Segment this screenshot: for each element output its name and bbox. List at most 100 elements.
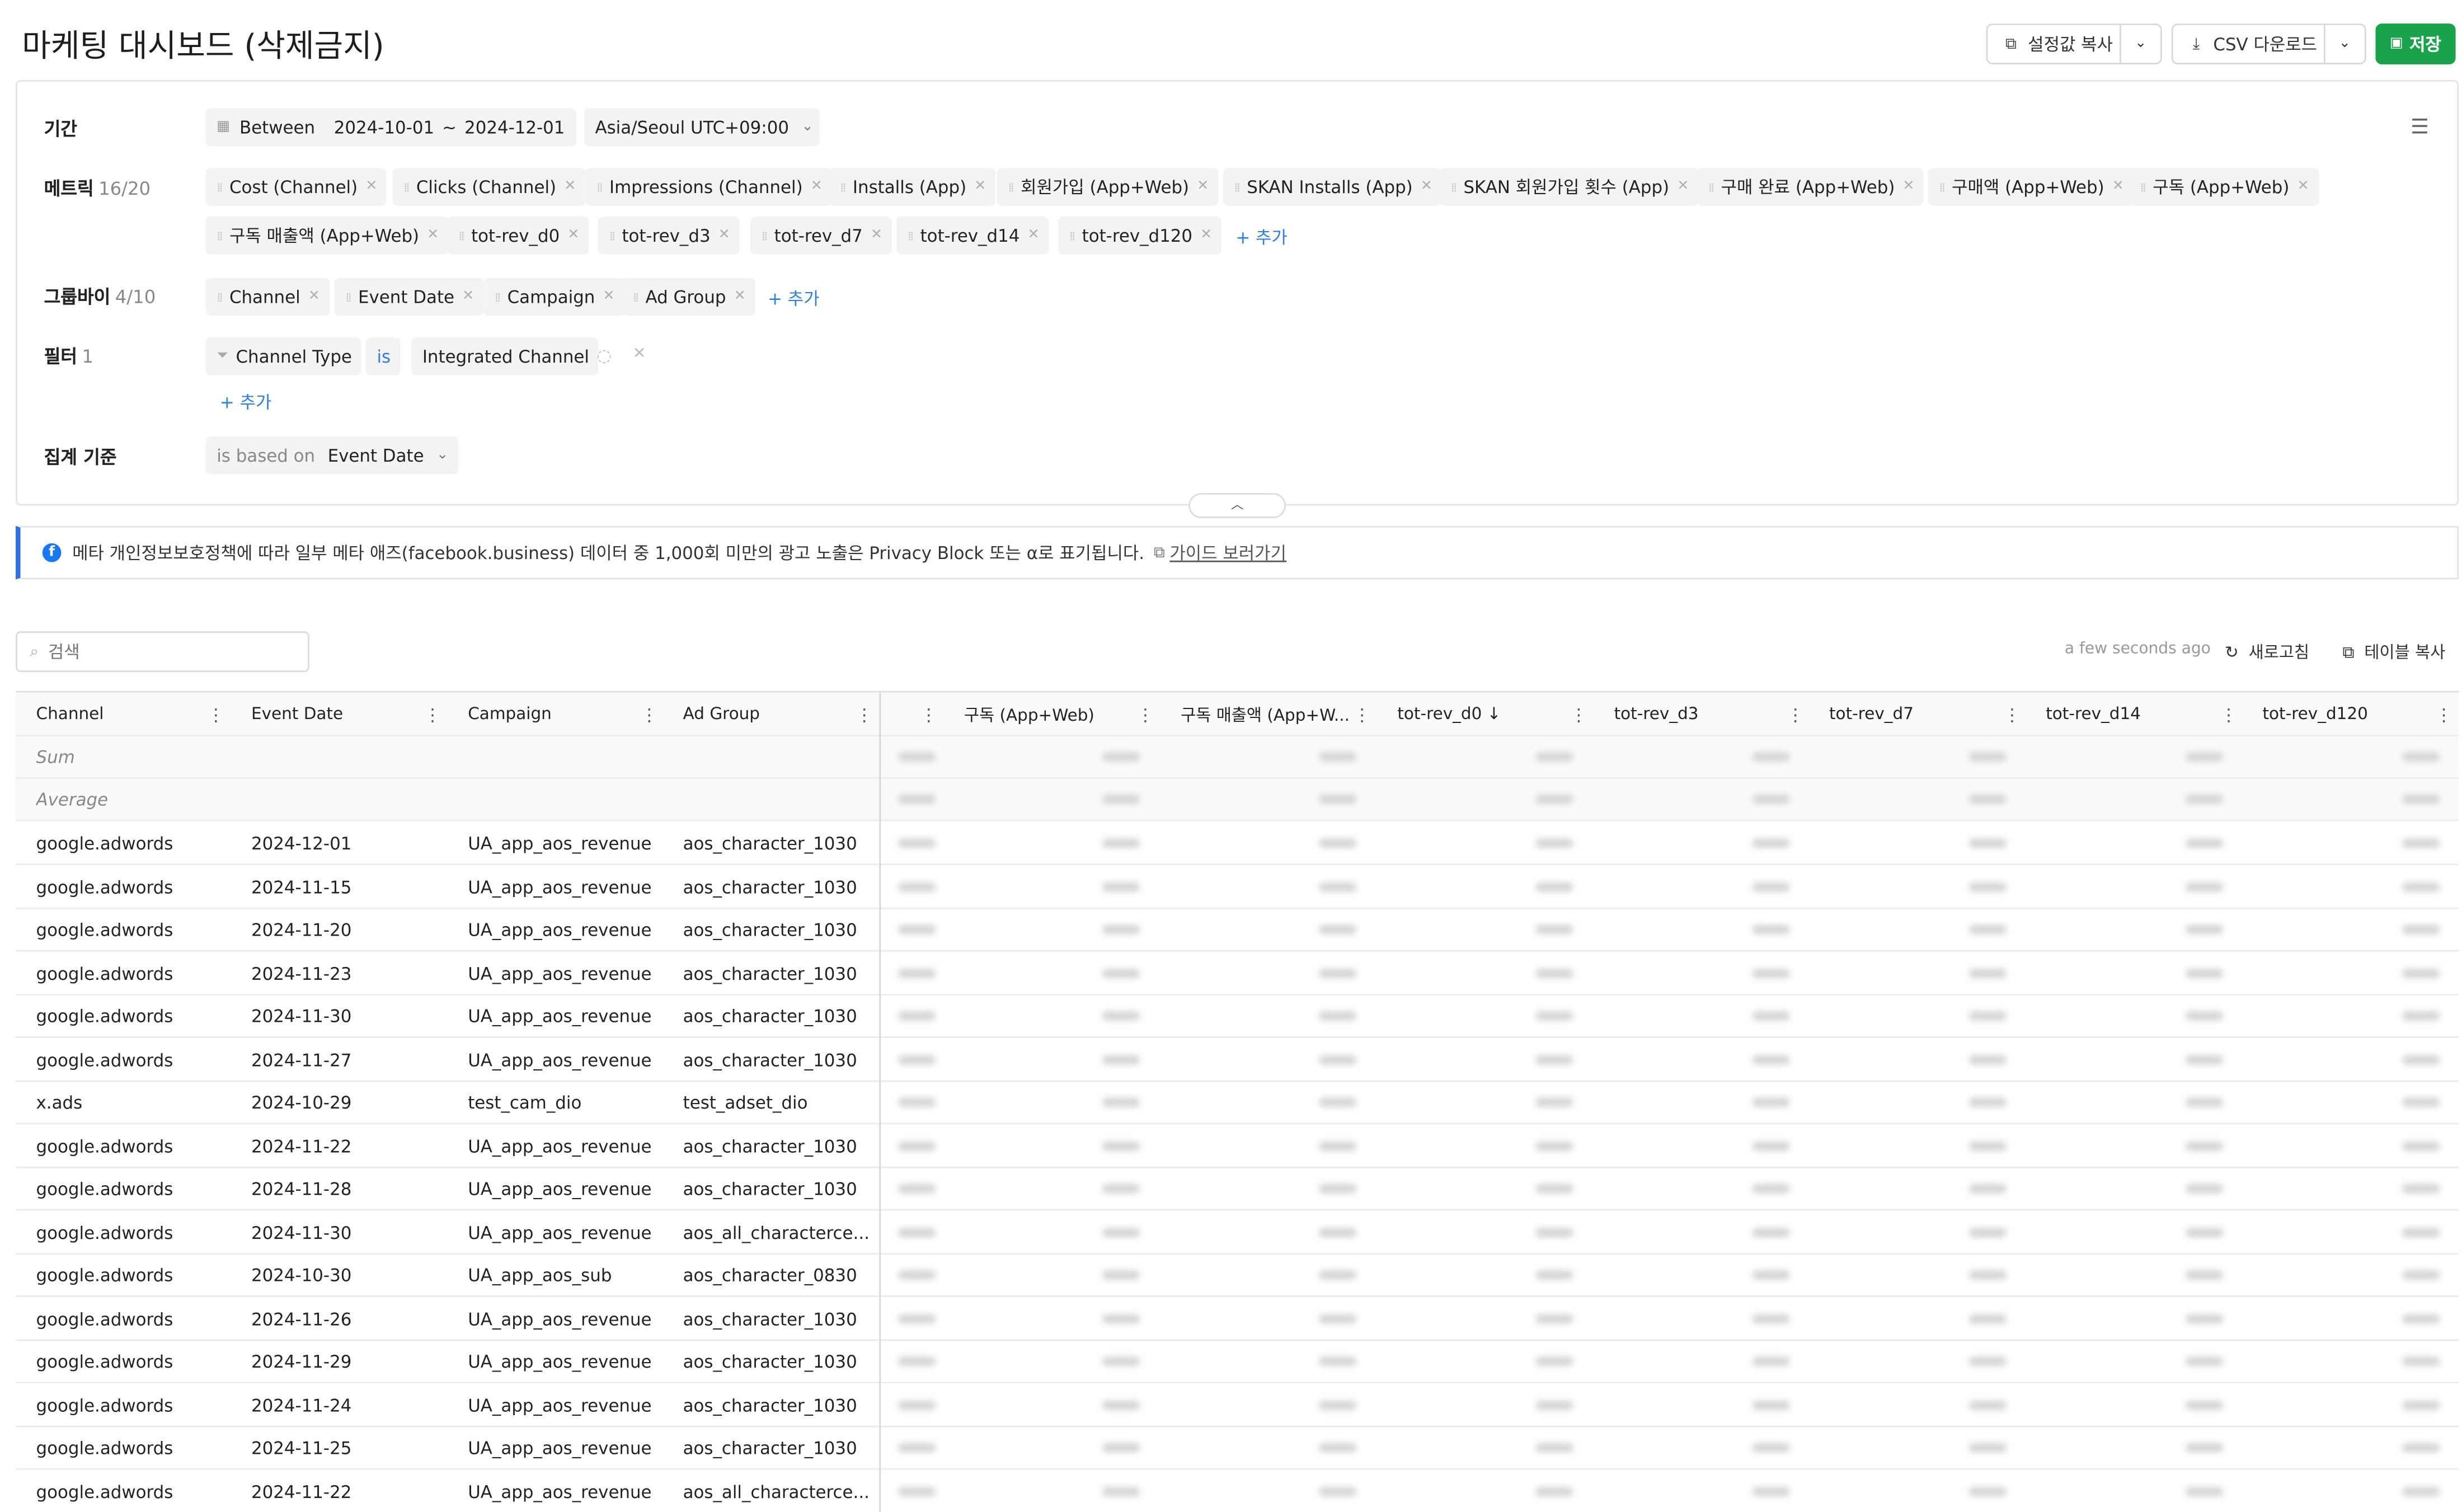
column-menu-icon[interactable]: ⋮	[1137, 692, 1154, 736]
guide-link[interactable]: 가이드 보러가기	[1169, 540, 1286, 565]
metric-chip[interactable]: ⁞⁞ SKAN Installs (App) ✕	[1223, 168, 1442, 206]
close-icon[interactable]: ✕	[633, 345, 646, 363]
add-filter-link[interactable]: + 추가	[220, 389, 272, 415]
remove-chip-icon[interactable]: ✕	[1197, 179, 1209, 195]
chevron-down-icon[interactable]: ⌄	[2323, 25, 2365, 63]
search-input[interactable]	[45, 640, 287, 664]
drag-handle-icon[interactable]: ⁞⁞	[458, 228, 465, 242]
drag-handle-icon[interactable]: ⁞⁞	[762, 228, 768, 242]
metric-chip[interactable]: ⁞⁞ Installs (App) ✕	[829, 168, 996, 206]
drag-handle-icon[interactable]: ⁞⁞	[633, 290, 640, 304]
csv-download-button[interactable]: ⤓ CSV 다운로드 ⌄	[2171, 24, 2366, 65]
metric-chip[interactable]: ⁞⁞ 구매 완료 (App+Web) ✕	[1697, 168, 1924, 206]
table-row[interactable]: google.adwords 2024-11-26 UA_app_aos_reven…	[16, 1298, 2459, 1340]
column-header[interactable]: tot-rev_d3	[1614, 692, 1699, 736]
groupby-chip[interactable]: ⁞⁞ Ad Group ✕	[622, 278, 755, 316]
column-menu-icon[interactable]: ⋮	[856, 692, 873, 736]
drag-handle-icon[interactable]: ⁞⁞	[1234, 180, 1241, 194]
aggregation-select[interactable]: is based on Event Date ⌄	[205, 436, 458, 475]
remove-chip-icon[interactable]: ✕	[1200, 228, 1212, 243]
remove-chip-icon[interactable]: ✕	[308, 289, 320, 304]
column-menu-icon[interactable]: ⋮	[2435, 692, 2452, 736]
copy-table-button[interactable]: ⧉ 테이블 복사	[2343, 641, 2446, 664]
column-menu-icon[interactable]: ⋮	[1787, 692, 1804, 736]
drag-handle-icon[interactable]: ⁞⁞	[217, 228, 223, 242]
column-header[interactable]: tot-rev_d7	[1829, 692, 1914, 736]
metric-chip[interactable]: ⁞⁞ tot-rev_d120 ✕	[1058, 217, 1222, 255]
column-menu-icon[interactable]: ⋮	[207, 692, 224, 736]
column-header[interactable]: Ad Group	[683, 692, 760, 736]
collapse-panel-button[interactable]: ︿	[1188, 493, 1286, 518]
drag-handle-icon[interactable]: ⁞⁞	[403, 180, 410, 194]
drag-handle-icon[interactable]: ⁞⁞	[217, 290, 223, 304]
column-menu-icon[interactable]: ⋮	[424, 692, 441, 736]
table-row[interactable]: google.adwords 2024-11-28 UA_app_aos_reven…	[16, 1168, 2459, 1211]
drag-handle-icon[interactable]: ⁞⁞	[217, 180, 223, 194]
remove-chip-icon[interactable]: ✕	[1902, 179, 1914, 195]
add-groupby-link[interactable]: + 추가	[768, 286, 820, 311]
table-row[interactable]: google.adwords 2024-11-25 UA_app_aos_reven…	[16, 1428, 2459, 1470]
groupby-chip[interactable]: ⁞⁞ Event Date ✕	[334, 278, 484, 316]
remove-chip-icon[interactable]: ✕	[811, 179, 823, 195]
period-range-picker[interactable]: ▦ Between 2024-10-01 ~ 2024-12-01	[205, 108, 576, 146]
remove-chip-icon[interactable]: ✕	[2297, 179, 2309, 195]
metric-chip[interactable]: ⁞⁞ tot-rev_d14 ✕	[896, 217, 1049, 255]
drag-handle-icon[interactable]: ⁞⁞	[596, 180, 603, 194]
table-row[interactable]: google.adwords 2024-11-30 UA_app_aos_reven…	[16, 1212, 2459, 1254]
metric-chip[interactable]: ⁞⁞ 회원가입 (App+Web) ✕	[997, 168, 1219, 206]
metric-chip[interactable]: ⁞⁞ tot-rev_d3 ✕	[598, 217, 740, 255]
table-row[interactable]: google.adwords 2024-11-20 UA_app_aos_reven…	[16, 909, 2459, 952]
table-row[interactable]: google.adwords 2024-11-27 UA_app_aos_reven…	[16, 1039, 2459, 1081]
column-menu-icon[interactable]: ⋮	[2003, 692, 2021, 736]
remove-chip-icon[interactable]: ✕	[1027, 228, 1039, 243]
table-row[interactable]: google.adwords 2024-10-30 UA_app_aos_sub ao…	[16, 1255, 2459, 1297]
table-row[interactable]: google.adwords 2024-11-30 UA_app_aos_reven…	[16, 996, 2459, 1038]
chevron-down-icon[interactable]: ⌄	[2119, 25, 2160, 63]
hide-eye-icon[interactable]: ◌	[596, 345, 612, 365]
copy-settings-button[interactable]: ⧉ 설정값 복사 ⌄	[1986, 24, 2162, 65]
table-row[interactable]: google.adwords 2024-11-24 UA_app_aos_reven…	[16, 1384, 2459, 1427]
drag-handle-icon[interactable]: ⁞⁞	[1939, 180, 1946, 194]
column-header[interactable]: tot-rev_d0 ↓	[1397, 692, 1501, 736]
column-header[interactable]: tot-rev_d14	[2046, 692, 2141, 736]
table-row[interactable]: x.ads 2024-10-29 test_cam_dio test_adset_di…	[16, 1082, 2459, 1125]
metric-chip[interactable]: ⁞⁞ SKAN 회원가입 횟수 (App) ✕	[1440, 168, 1699, 206]
table-row[interactable]: google.adwords 2024-12-01 UA_app_aos_reven…	[16, 823, 2459, 866]
groupby-chip[interactable]: ⁞⁞ Channel ✕	[205, 278, 330, 316]
add-metric-link[interactable]: + 추가	[1235, 224, 1288, 250]
metric-chip[interactable]: ⁞⁞ Impressions (Channel) ✕	[585, 168, 832, 206]
drag-handle-icon[interactable]: ⁞⁞	[609, 228, 616, 242]
metric-chip[interactable]: ⁞⁞ tot-rev_d0 ✕	[447, 217, 589, 255]
save-button[interactable]: ▣ 저장	[2375, 24, 2456, 65]
drag-handle-icon[interactable]: ⁞⁞	[1708, 180, 1715, 194]
remove-chip-icon[interactable]: ✕	[603, 289, 614, 304]
table-row[interactable]: google.adwords 2024-11-22 UA_app_aos_reven…	[16, 1471, 2459, 1512]
metric-chip[interactable]: ⁞⁞ 구매액 (App+Web) ✕	[1928, 168, 2134, 206]
remove-chip-icon[interactable]: ✕	[427, 228, 439, 243]
tune-settings-icon[interactable]: ☰	[2411, 116, 2429, 140]
filter-value-chip[interactable]: Integrated Channel	[411, 337, 599, 375]
metric-chip[interactable]: ⁞⁞ 구독 매출액 (App+Web) ✕	[205, 217, 449, 255]
remove-chip-icon[interactable]: ✕	[718, 228, 730, 243]
drag-handle-icon[interactable]: ⁞⁞	[1451, 180, 1458, 194]
table-search[interactable]: ⌕	[16, 631, 309, 672]
groupby-chip[interactable]: ⁞⁞ Campaign ✕	[483, 278, 624, 316]
remove-chip-icon[interactable]: ✕	[734, 289, 746, 304]
remove-chip-icon[interactable]: ✕	[1677, 179, 1689, 195]
column-header[interactable]: Channel	[36, 692, 104, 736]
table-row[interactable]: google.adwords 2024-11-29 UA_app_aos_reven…	[16, 1341, 2459, 1384]
remove-chip-icon[interactable]: ✕	[974, 179, 986, 195]
drag-handle-icon[interactable]: ⁞⁞	[2140, 180, 2147, 194]
remove-chip-icon[interactable]: ✕	[462, 289, 474, 304]
drag-handle-icon[interactable]: ⁞⁞	[908, 228, 914, 242]
remove-chip-icon[interactable]: ✕	[2112, 179, 2124, 195]
refresh-button[interactable]: ↻ 새로고침	[2225, 641, 2309, 664]
column-menu-icon[interactable]: ⋮	[2220, 692, 2238, 736]
column-menu-icon[interactable]: ⋮	[1354, 692, 1371, 736]
drag-handle-icon[interactable]: ⁞⁞	[840, 180, 847, 194]
table-row[interactable]: google.adwords 2024-11-22 UA_app_aos_reven…	[16, 1125, 2459, 1168]
metric-chip[interactable]: ⁞⁞ tot-rev_d7 ✕	[750, 217, 892, 255]
column-menu-icon[interactable]: ⋮	[641, 692, 658, 736]
table-row[interactable]: google.adwords 2024-11-23 UA_app_aos_reven…	[16, 952, 2459, 995]
column-header[interactable]: 구독 (App+Web)	[964, 692, 1094, 736]
